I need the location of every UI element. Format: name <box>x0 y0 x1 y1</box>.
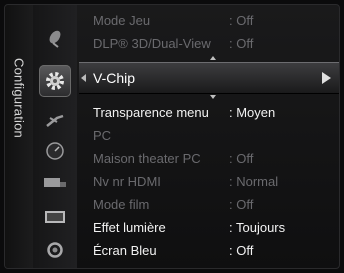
menu-item-value: : Moyen <box>229 104 276 120</box>
remote-control-icon[interactable] <box>41 170 69 194</box>
menu-item-transparence-menu[interactable]: Transparence menu : Moyen <box>79 101 339 123</box>
scroll-down-indicator[interactable] <box>210 95 216 99</box>
menu-item-label: V-Chip <box>93 70 136 86</box>
menu-item-label: DLP® 3D/Dual-View <box>93 35 211 51</box>
menu-item-mode-film: Mode film : Off <box>79 193 339 215</box>
menu-item-value: : Normal <box>229 173 279 189</box>
scroll-up-indicator[interactable] <box>210 56 216 60</box>
menu-item-value: : Off <box>229 242 254 258</box>
menu-item-pc: PC <box>79 124 339 146</box>
menu-item-label: Maison theater PC <box>93 150 201 166</box>
menu-sidebar: Configuration <box>5 5 33 268</box>
menu-item-mode-jeu: Mode Jeu : Off <box>79 9 339 31</box>
input-antenna-icon[interactable] <box>41 109 69 133</box>
menu-item-label: Effet lumière <box>93 219 166 235</box>
submenu-arrow-icon <box>322 72 331 84</box>
menu-item-label: PC <box>93 127 112 143</box>
menu-item-label: Nv nr HDMI <box>93 173 161 189</box>
menu-item-label: Écran Bleu <box>93 242 157 258</box>
osd-frame: Configuration Mode Jeu: Off DLP® 3D/Dua… <box>4 4 340 269</box>
menu-item-value: : Off <box>229 35 254 51</box>
menu-item-label: Mode Jeu <box>93 12 151 28</box>
clock-icon[interactable] <box>41 139 69 163</box>
settings-menu-list: Mode Jeu : Off DLP® 3D/Dual-View : Off V… <box>79 5 339 268</box>
selection-pointer-icon <box>81 74 86 82</box>
menu-item-v-chip[interactable]: V-Chip <box>79 62 339 94</box>
menu-item-nv-nr-hdmi: Nv nr HDMI : Normal <box>79 170 339 192</box>
menu-category-title: Configuration <box>11 58 27 138</box>
screen-icon[interactable] <box>41 205 69 229</box>
menu-item-value: : Off <box>229 12 254 28</box>
menu-item-value: : Off <box>229 150 254 166</box>
menu-item-dlp-3d-dual-view: DLP® 3D/Dual-View : Off <box>79 32 339 54</box>
category-icon-column <box>33 5 77 268</box>
tv-menu-screen: Configuration Mode Jeu: Off DLP® 3D/Dua… <box>0 0 344 273</box>
menu-item-effet-lumiere[interactable]: Effet lumière : Toujours <box>79 216 339 238</box>
menu-item-value: : Toujours <box>229 219 286 235</box>
menu-item-label: Transparence menu <box>93 104 209 120</box>
menu-item-maison-theater-pc: Maison theater PC : Off <box>79 147 339 169</box>
settings-gear-icon[interactable] <box>39 65 71 97</box>
support-icon[interactable] <box>41 238 69 262</box>
menu-item-value: : Off <box>229 196 254 212</box>
satellite-dish-icon[interactable] <box>41 27 69 51</box>
menu-item-ecran-bleu[interactable]: Écran Bleu : Off <box>79 239 339 261</box>
menu-item-label: Mode film <box>93 196 150 212</box>
